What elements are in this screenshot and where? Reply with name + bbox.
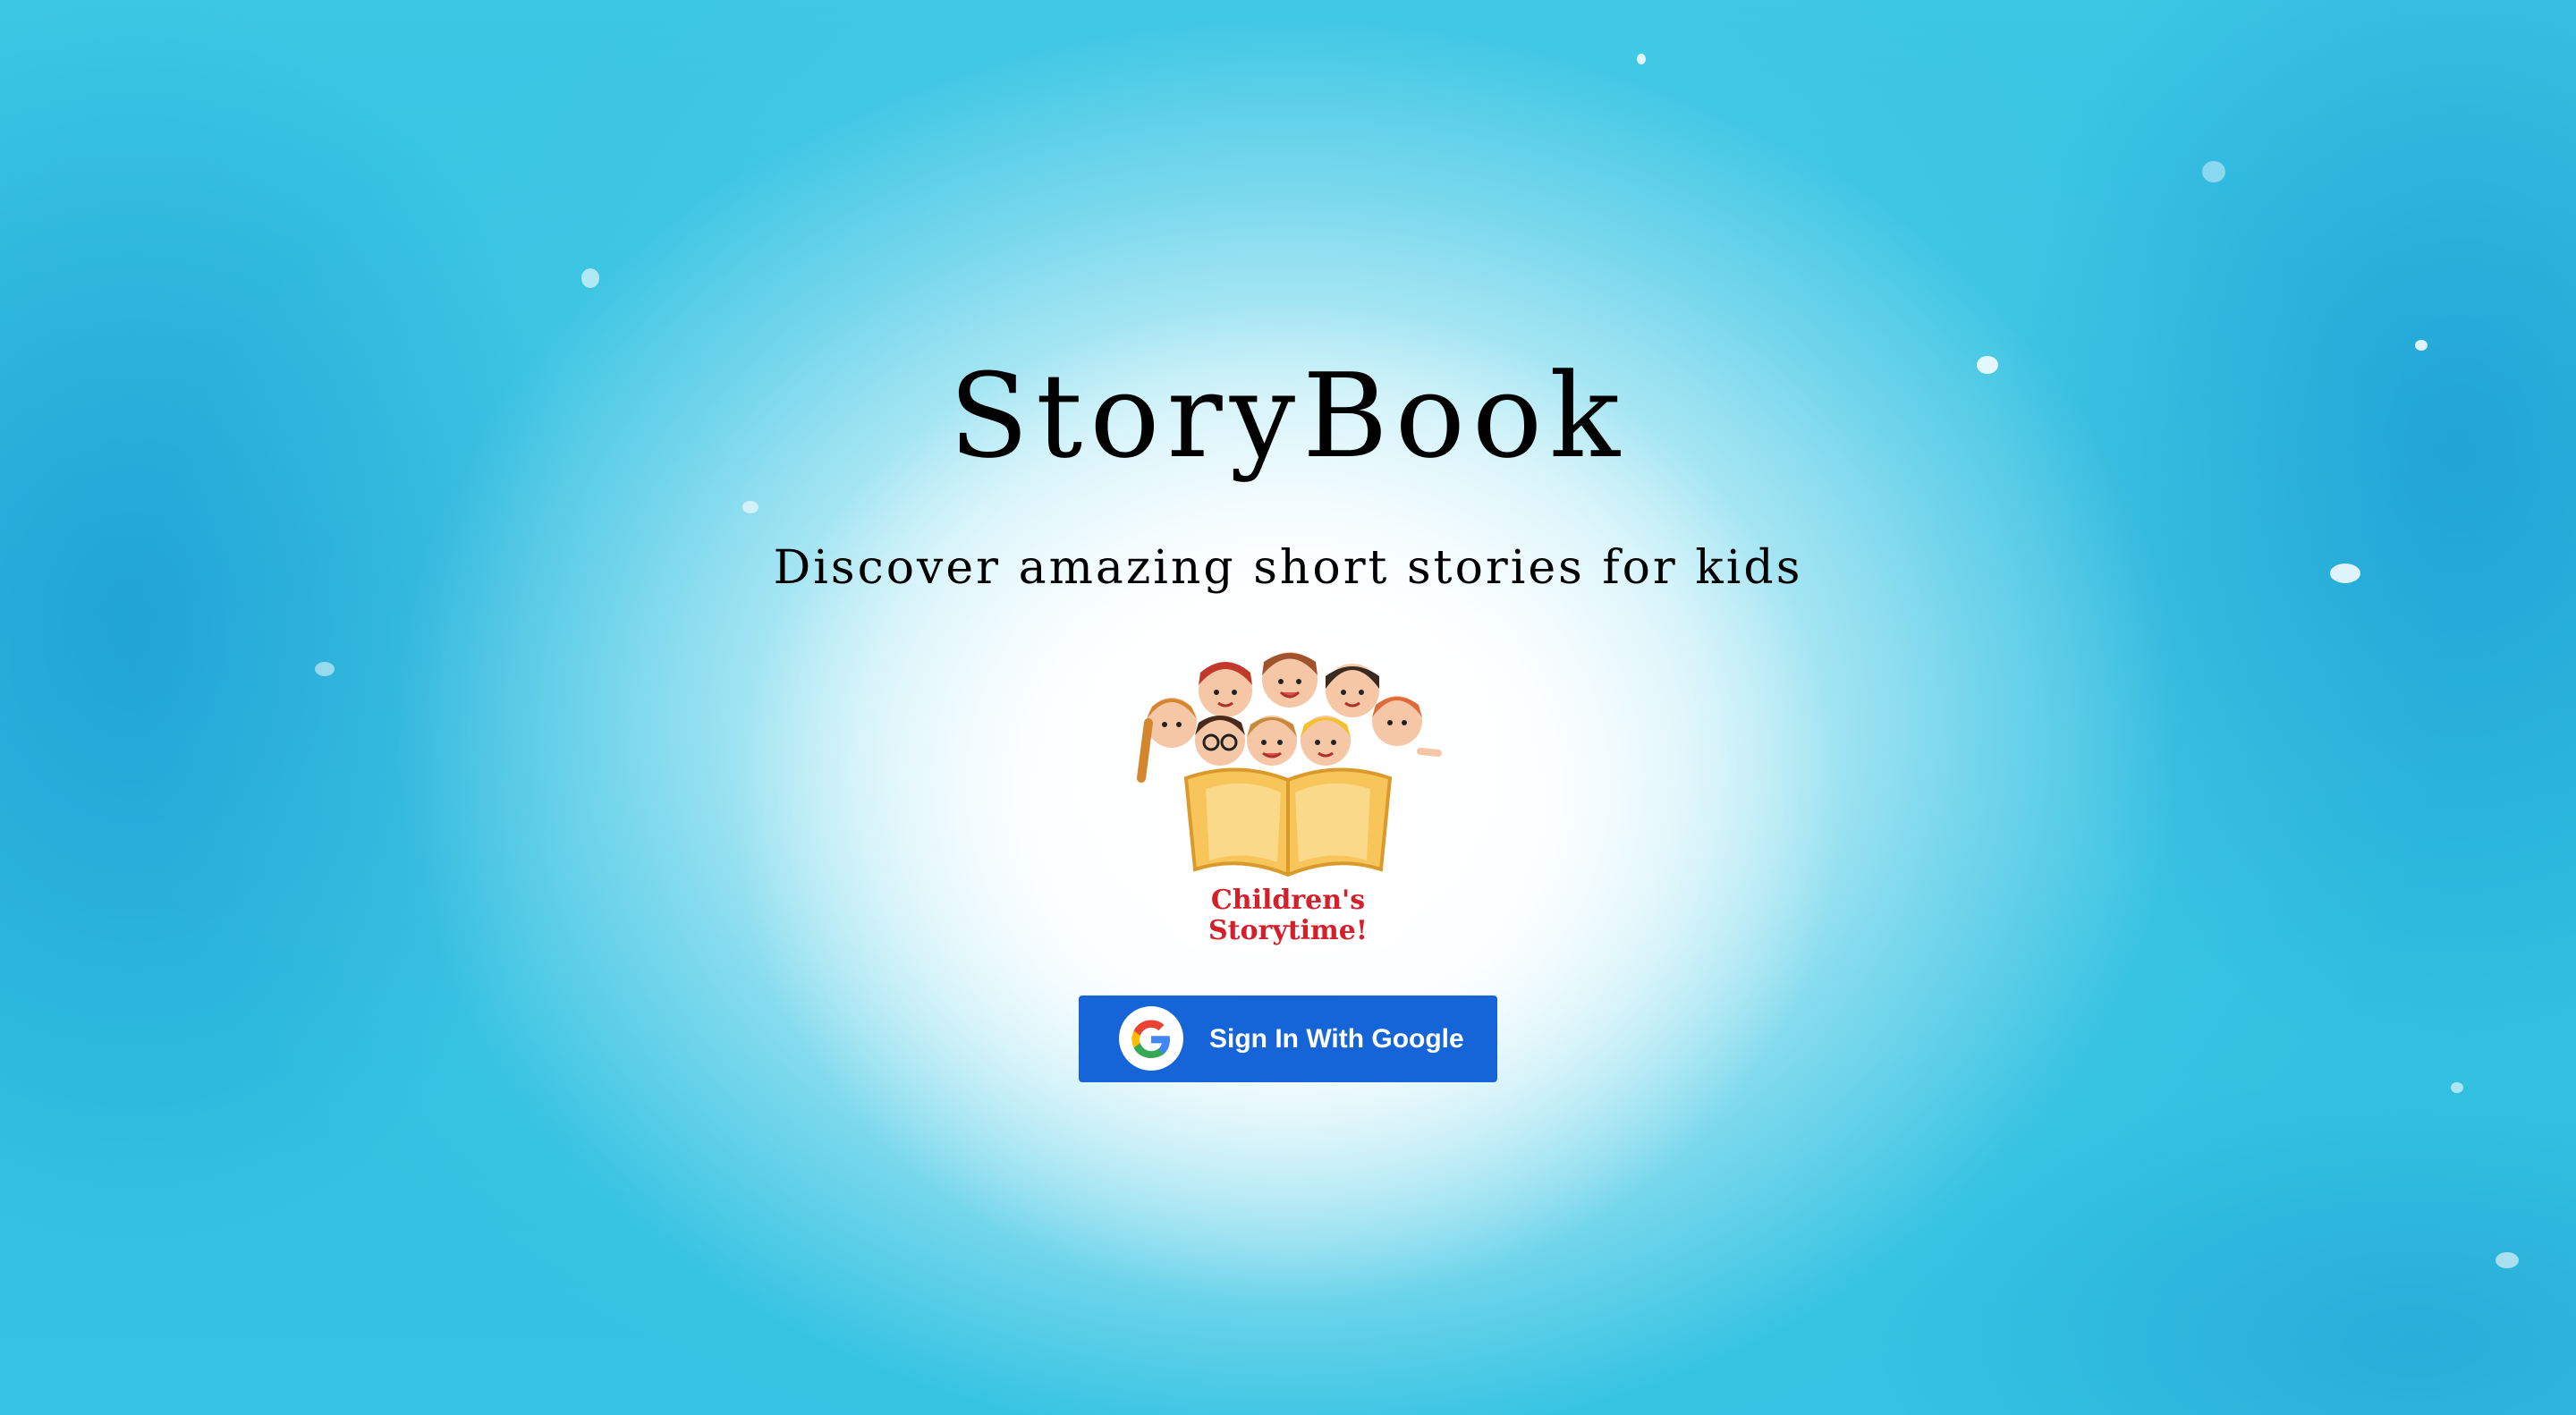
logo-text-line1: Children's: [1211, 885, 1365, 916]
logo-text-line2: Storytime!: [1208, 915, 1368, 946]
children-storytime-logo: Children's Storytime!: [1129, 626, 1447, 952]
paint-splash: [1637, 54, 1646, 64]
paint-splash: [2451, 1082, 2463, 1093]
page-title: StoryBook: [949, 348, 1627, 484]
google-icon: [1119, 1006, 1183, 1071]
paint-splash: [581, 268, 599, 288]
page-subtitle: Discover amazing short stories for kids: [773, 541, 1803, 595]
paint-splash: [2202, 161, 2225, 182]
paint-splash: [315, 662, 335, 676]
google-signin-label: Sign In With Google: [1209, 1024, 1464, 1054]
paint-splash: [742, 501, 758, 513]
google-signin-button[interactable]: Sign In With Google: [1079, 996, 1497, 1082]
paint-splash: [2496, 1252, 2519, 1268]
